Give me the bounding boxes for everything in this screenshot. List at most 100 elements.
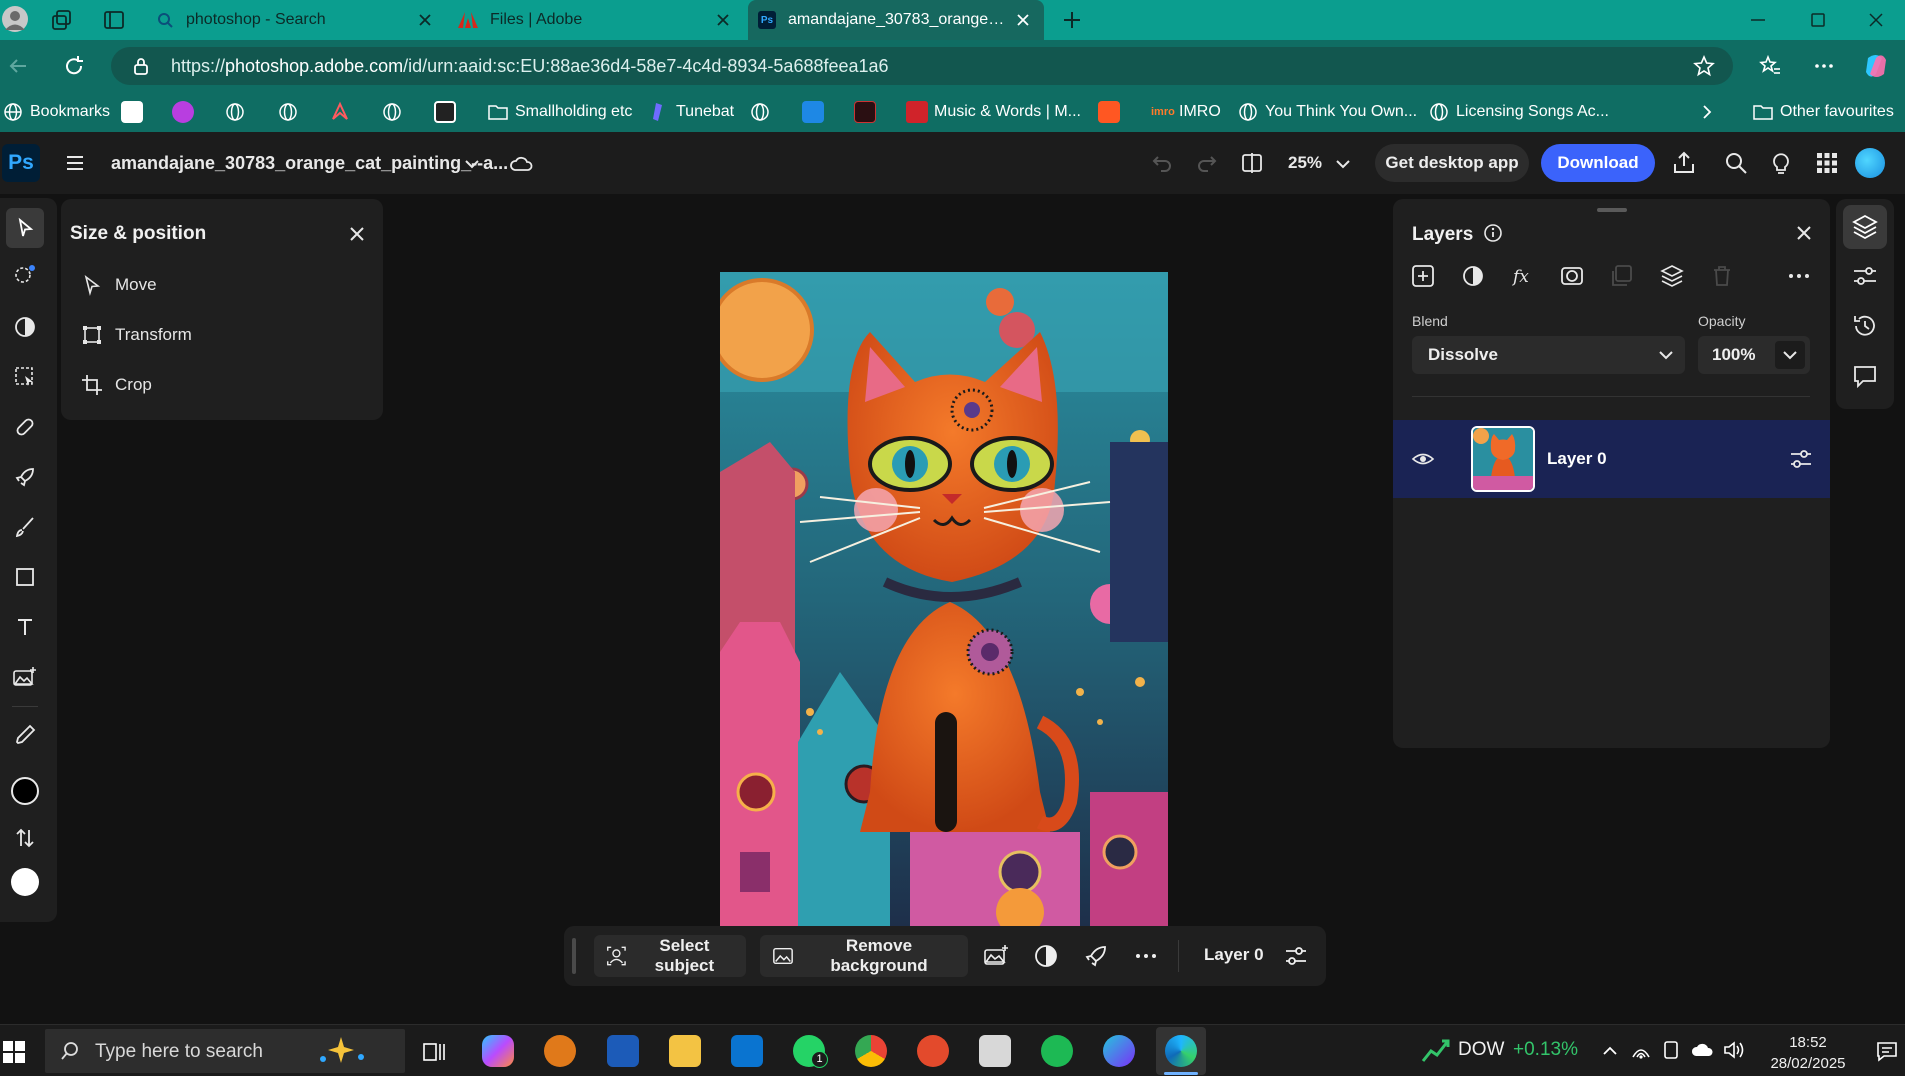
- more-icon[interactable]: [1786, 263, 1812, 289]
- file-explorer-icon[interactable]: [669, 1035, 701, 1067]
- healing-tool[interactable]: [10, 412, 40, 442]
- type-tool[interactable]: [10, 612, 40, 642]
- eye-icon[interactable]: [1411, 448, 1435, 470]
- close-icon[interactable]: [714, 11, 732, 29]
- maximize-icon[interactable]: [1806, 8, 1830, 32]
- history-icon[interactable]: [1850, 311, 1880, 341]
- delete-icon[interactable]: [1709, 263, 1735, 289]
- close-icon[interactable]: [1795, 224, 1813, 242]
- search-icon[interactable]: [1723, 150, 1749, 176]
- clip-layer-icon[interactable]: [1609, 263, 1635, 289]
- workspaces-icon[interactable]: [50, 8, 74, 32]
- foreground-color[interactable]: [10, 776, 40, 806]
- tab-photoshop-document[interactable]: Ps amandajane_30783_orange_cat_p: [748, 0, 1044, 40]
- tab-search[interactable]: photoshop - Search: [150, 0, 446, 40]
- bookmark-imro[interactable]: imro IMRO: [1151, 100, 1221, 124]
- red-dark-favicon[interactable]: [854, 101, 876, 123]
- globe-icon[interactable]: [277, 101, 299, 123]
- object-select-tool[interactable]: [10, 362, 40, 392]
- mask-icon[interactable]: [1559, 263, 1585, 289]
- tab-actions-icon[interactable]: [102, 8, 126, 32]
- add-image-icon[interactable]: [982, 942, 1010, 970]
- transform-option[interactable]: Transform: [81, 319, 192, 351]
- layer-name[interactable]: Layer 0: [1547, 449, 1607, 469]
- download-button[interactable]: Download: [1541, 144, 1655, 182]
- layer-stack-icon[interactable]: [1659, 263, 1685, 289]
- shape-tool[interactable]: [10, 562, 40, 592]
- adjustment-layer-icon[interactable]: [1460, 263, 1486, 289]
- bookmark-licensing-songs[interactable]: Licensing Songs Ac...: [1428, 100, 1609, 124]
- globe-icon[interactable]: [749, 101, 771, 123]
- more-options-icon[interactable]: [1132, 942, 1160, 970]
- task-view-icon[interactable]: [421, 1039, 447, 1065]
- eyedropper-tool[interactable]: [10, 720, 40, 750]
- fx-icon[interactable]: fx: [1510, 263, 1536, 289]
- undo-icon[interactable]: [1150, 151, 1174, 175]
- apps-grid-icon[interactable]: [1814, 150, 1840, 176]
- new-tab-button[interactable]: [1060, 8, 1084, 32]
- close-icon[interactable]: [416, 11, 434, 29]
- bookmark-music-words[interactable]: Music & Words | M...: [906, 100, 1081, 124]
- drag-handle[interactable]: [572, 938, 576, 974]
- chevron-down-icon[interactable]: [462, 154, 482, 174]
- move-option[interactable]: Move: [81, 269, 157, 301]
- url-field[interactable]: https://photoshop.adobe.com/id/urn:aaid:…: [111, 47, 1733, 85]
- spotify-app-icon[interactable]: [1041, 1035, 1073, 1067]
- select-subject-button[interactable]: Select subject: [594, 935, 746, 977]
- word-app-icon[interactable]: [607, 1035, 639, 1067]
- comments-icon[interactable]: [1850, 361, 1880, 391]
- refresh-icon[interactable]: [62, 54, 86, 78]
- quick-actions-tool[interactable]: [10, 462, 40, 492]
- wolfram-favicon[interactable]: [121, 101, 143, 123]
- add-layer-icon[interactable]: [1410, 263, 1436, 289]
- media-app-icon[interactable]: [979, 1035, 1011, 1067]
- adjust-tool[interactable]: [10, 312, 40, 342]
- favourites-icon[interactable]: [1758, 54, 1782, 78]
- battery-phone-icon[interactable]: [1660, 1039, 1682, 1061]
- other-favourites[interactable]: Other favourites: [1752, 100, 1894, 124]
- share-icon[interactable]: [1671, 150, 1697, 176]
- select-tool[interactable]: [6, 208, 44, 248]
- lightbulb-icon[interactable]: [1768, 150, 1794, 176]
- clock-time[interactable]: 18:52: [1768, 1034, 1848, 1051]
- ticker-name[interactable]: DOW: [1458, 1039, 1504, 1061]
- bookmark-tunebat[interactable]: Tunebat: [648, 100, 734, 124]
- airbnb-icon[interactable]: [329, 101, 351, 123]
- canva-app-icon[interactable]: [1103, 1035, 1135, 1067]
- rocket-icon[interactable]: [1082, 942, 1110, 970]
- ticker-change[interactable]: +0.13%: [1513, 1039, 1578, 1061]
- profile-avatar[interactable]: [2, 6, 28, 32]
- swap-colors[interactable]: [10, 823, 40, 853]
- crop-option[interactable]: Crop: [81, 369, 152, 401]
- zoom-level[interactable]: 25%: [1288, 153, 1322, 173]
- edge-app-active[interactable]: [1156, 1027, 1206, 1075]
- hamburger-menu-icon[interactable]: [64, 152, 86, 174]
- notifications-icon[interactable]: [1875, 1039, 1899, 1063]
- minimize-icon[interactable]: [1746, 8, 1770, 32]
- redo-icon[interactable]: [1195, 151, 1219, 175]
- chrome-app-icon[interactable]: [855, 1035, 887, 1067]
- layer-row[interactable]: Layer 0: [1393, 420, 1830, 498]
- whatsapp-app-icon[interactable]: 1: [793, 1035, 828, 1068]
- back-icon[interactable]: [6, 54, 30, 78]
- globe-icon[interactable]: [224, 101, 246, 123]
- info-icon[interactable]: [1483, 223, 1503, 243]
- opacity-dropdown[interactable]: [1775, 341, 1805, 369]
- photoshop-logo[interactable]: Ps: [2, 144, 40, 182]
- adjust-icon[interactable]: [1032, 942, 1060, 970]
- layer-properties-icon[interactable]: [1788, 446, 1814, 472]
- compare-view-icon[interactable]: [1240, 151, 1264, 175]
- cloud-icon[interactable]: [508, 152, 534, 174]
- volume-icon[interactable]: [1722, 1039, 1746, 1061]
- bookmark-smallholding[interactable]: Smallholding etc: [487, 100, 632, 124]
- layer-thumbnail[interactable]: [1471, 426, 1535, 492]
- close-icon[interactable]: [1014, 11, 1032, 29]
- clock-date[interactable]: 28/02/2025: [1753, 1055, 1863, 1072]
- star-icon[interactable]: [1693, 55, 1715, 77]
- properties-icon[interactable]: [1850, 261, 1880, 291]
- remove-background-button[interactable]: Remove background: [760, 935, 968, 977]
- copilot-icon[interactable]: [1862, 52, 1890, 80]
- close-window-icon[interactable]: [1864, 8, 1888, 32]
- gaming-app-icon[interactable]: [544, 1035, 576, 1067]
- outlook-app-icon[interactable]: [731, 1035, 763, 1067]
